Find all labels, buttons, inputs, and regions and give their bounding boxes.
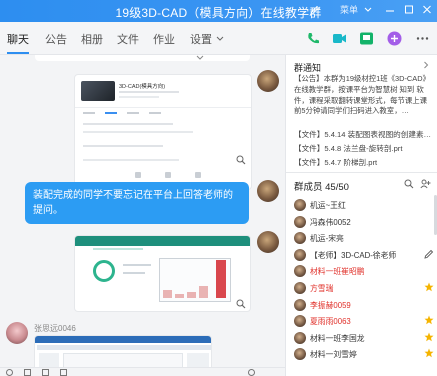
screenshot-icon[interactable]: [24, 369, 31, 376]
member-avatar: [294, 282, 306, 294]
file-icon[interactable]: [42, 369, 49, 376]
tab-settings[interactable]: 设置: [190, 31, 212, 47]
divider: [286, 172, 437, 173]
message-bubble[interactable]: 装配完成的同学不要忘记在平台上回答老师的提问。: [25, 182, 249, 224]
menu-button[interactable]: 菜单: [340, 2, 358, 18]
member-name: 李振赫0059: [310, 300, 351, 310]
member-name: 机运~王红: [310, 201, 346, 210]
member-row[interactable]: 李振赫0059: [294, 298, 434, 314]
sender-avatar[interactable]: [257, 70, 279, 92]
tab-announcement[interactable]: 公告: [45, 31, 67, 47]
image-icon[interactable]: [60, 369, 67, 376]
member-row[interactable]: 方雪瑞: [294, 281, 434, 297]
expand-icon[interactable]: [196, 55, 204, 61]
member-row[interactable]: 夏雨雨0063: [294, 314, 434, 330]
member-avatar: [294, 348, 306, 361]
member-avatar: [294, 248, 306, 261]
member-row[interactable]: 机运-宋亮: [294, 231, 434, 247]
zoom-icon[interactable]: [236, 299, 246, 309]
star-badge-icon: [424, 332, 434, 341]
search-icon[interactable]: [404, 179, 414, 189]
member-row[interactable]: 材料一刘雪婷: [294, 347, 434, 363]
member-avatar: [294, 265, 306, 278]
collapse-icon[interactable]: [362, 2, 374, 18]
tab-homework[interactable]: 作业: [153, 31, 175, 47]
history-icon[interactable]: [248, 369, 255, 376]
star-badge-icon: [424, 282, 434, 292]
members-title: 群成员 45/50: [294, 182, 349, 193]
tab-chat[interactable]: 聊天: [7, 31, 29, 47]
member-name: 材料一刘雪婷: [310, 350, 357, 360]
sender-name: 张思远0046: [34, 324, 76, 333]
add-icon[interactable]: [387, 31, 402, 46]
member-avatar: [294, 315, 306, 328]
member-row[interactable]: 冯森伟0052: [294, 215, 434, 231]
member-avatar: [294, 199, 306, 211]
group-info-panel: 群通知 【公告】本群为19级材控1班《3D-CAD》在线教学群，按课平台为智慧树…: [285, 55, 437, 376]
notice-body[interactable]: 【公告】本群为19级材控1班《3D-CAD》在线教学群，按课平台为智慧树 知到 …: [294, 74, 432, 117]
member-avatar: [294, 232, 306, 245]
tab-files[interactable]: 文件: [117, 31, 139, 47]
shared-image[interactable]: [74, 235, 251, 312]
member-row[interactable]: 材料一班李国龙: [294, 331, 434, 347]
video-call-icon[interactable]: [332, 31, 347, 46]
active-tab-indicator: [7, 52, 29, 54]
previous-message-card[interactable]: [35, 55, 250, 61]
star-badge-icon: [424, 315, 434, 325]
member-name: 冯森伟0052: [310, 217, 351, 227]
minimize-icon[interactable]: [384, 2, 396, 18]
member-name: 夏雨雨0063: [310, 317, 351, 327]
member-name: 材料一班崔昭鹏: [310, 267, 365, 277]
notice-file[interactable]: 【文件】5.4.14 装配图表视图的创建素…: [294, 129, 431, 140]
sender-avatar[interactable]: [257, 180, 279, 202]
member-row[interactable]: 材料一班崔昭鹏: [294, 264, 434, 280]
member-name: 方雪瑞: [310, 284, 334, 293]
sender-avatar[interactable]: [6, 322, 28, 344]
add-member-icon[interactable]: [420, 179, 431, 189]
tab-bar: 聊天 公告 相册 文件 作业 设置: [0, 22, 437, 55]
chevron-right-icon[interactable]: [422, 61, 430, 69]
course-thumbnail: [81, 81, 115, 101]
member-name: 材料一班李国龙: [310, 333, 365, 343]
chat-area[interactable]: 3D-CAD(模具方向) 装配完成的同学不要忘记在平台上回答老师的提问。 张思远…: [0, 55, 285, 376]
member-name: 【老师】3D-CAD-徐老师: [310, 250, 397, 260]
screen-share-icon[interactable]: [359, 31, 374, 46]
edit-title-icon[interactable]: [310, 5, 320, 15]
more-icon[interactable]: [415, 31, 430, 46]
tab-album[interactable]: 相册: [81, 31, 103, 47]
notice-title: 群通知: [294, 63, 322, 73]
title-bar: 19级3D-CAD（模具方向）在线教学群 菜单: [0, 0, 437, 22]
member-avatar: [294, 298, 306, 311]
sender-avatar[interactable]: [257, 231, 279, 253]
phone-call-icon[interactable]: [306, 31, 321, 46]
shared-course-card[interactable]: 3D-CAD(模具方向): [74, 74, 252, 190]
owner-edit-icon[interactable]: [424, 249, 434, 259]
zoom-icon[interactable]: [236, 155, 246, 165]
close-icon[interactable]: [421, 2, 433, 18]
chevron-down-icon[interactable]: [216, 36, 224, 42]
emoji-icon[interactable]: [6, 369, 13, 376]
member-row[interactable]: 【老师】3D-CAD-徐老师: [294, 248, 434, 264]
notice-file[interactable]: 【文件】5.4.7 阶梯剖.prt: [294, 157, 377, 168]
maximize-icon[interactable]: [403, 2, 415, 18]
member-name: 机运-宋亮: [310, 234, 344, 244]
notice-file[interactable]: 【文件】5.4.8 法兰盘-旋转剖.prt: [294, 143, 402, 154]
member-avatar: [294, 331, 306, 344]
member-avatar: [294, 215, 306, 228]
star-badge-icon: [424, 348, 434, 358]
member-row[interactable]: 机运~王红: [294, 198, 434, 214]
card-title: 3D-CAD(模具方向): [119, 84, 166, 90]
